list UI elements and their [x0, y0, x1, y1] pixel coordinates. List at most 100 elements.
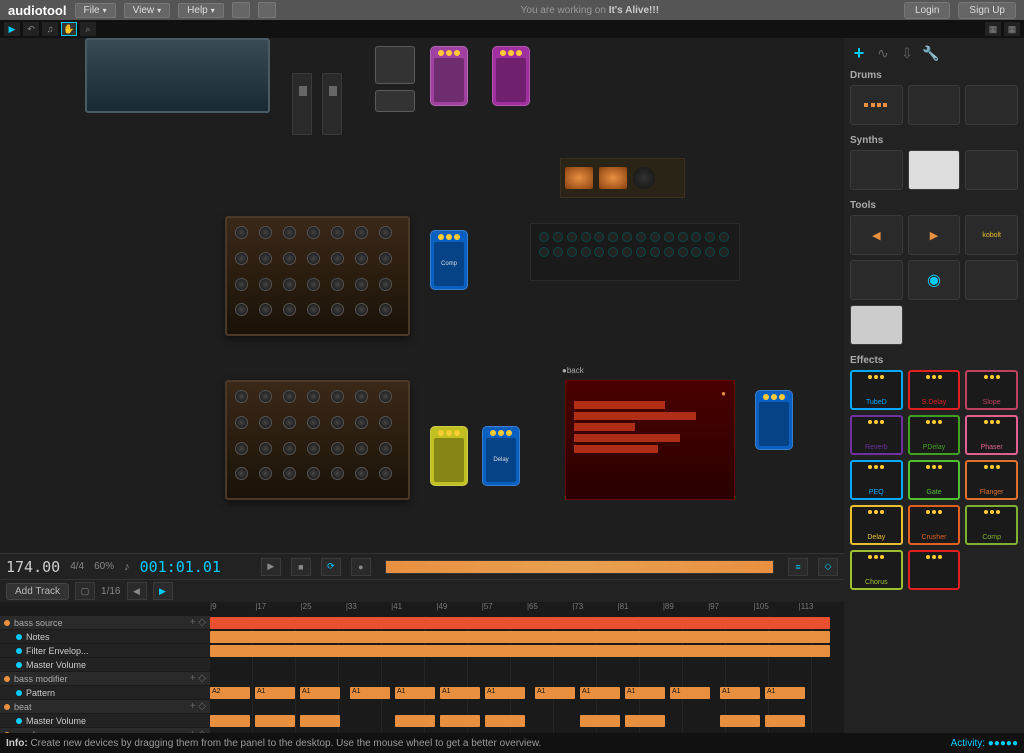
clip[interactable]: A1: [395, 687, 435, 699]
effect-tile[interactable]: Chorus: [850, 550, 903, 590]
device-small[interactable]: [375, 90, 415, 112]
clip[interactable]: [720, 715, 760, 727]
overview-waveform[interactable]: [385, 560, 774, 574]
tl-loop-icon[interactable]: ⟳: [321, 558, 341, 576]
clip[interactable]: [580, 715, 620, 727]
clip[interactable]: [395, 715, 435, 727]
track-row[interactable]: Filter Envelop...: [0, 644, 210, 658]
effect-tile[interactable]: PDelay: [908, 415, 961, 455]
drum-tile[interactable]: [850, 85, 903, 125]
effect-tile[interactable]: Crusher: [908, 505, 961, 545]
clip[interactable]: A1: [765, 687, 805, 699]
effect-tile[interactable]: Phaser: [965, 415, 1018, 455]
play-icon[interactable]: ▶: [4, 22, 20, 36]
clip[interactable]: [210, 631, 830, 643]
track-row[interactable]: bass modifier+ ◇: [0, 672, 210, 686]
tool-tile[interactable]: ◉: [908, 260, 961, 300]
device-small[interactable]: [375, 46, 415, 84]
grid-prev-icon[interactable]: ◀: [127, 582, 147, 600]
undo-icon[interactable]: [232, 2, 250, 18]
effect-tile[interactable]: Reverb: [850, 415, 903, 455]
search-icon[interactable]: ⌕: [80, 22, 96, 36]
effect-tile[interactable]: PEQ: [850, 460, 903, 500]
track-row[interactable]: Master Volume: [0, 714, 210, 728]
synth-tile[interactable]: [850, 150, 903, 190]
pedal-device[interactable]: [755, 390, 793, 450]
clip[interactable]: A1: [255, 687, 295, 699]
menu-help[interactable]: Help: [178, 3, 224, 18]
slider-device[interactable]: [322, 73, 342, 135]
undo-tool-icon[interactable]: ↶: [23, 22, 39, 36]
grid-value[interactable]: 1/16: [101, 586, 120, 597]
clip[interactable]: A1: [350, 687, 390, 699]
drum-tile[interactable]: [908, 85, 961, 125]
slider-device[interactable]: [292, 73, 312, 135]
grid-next-icon[interactable]: ▶: [153, 582, 173, 600]
clip[interactable]: A1: [440, 687, 480, 699]
track-row[interactable]: bass source+ ◇: [0, 616, 210, 630]
clip[interactable]: [210, 645, 830, 657]
track-row[interactable]: beat+ ◇: [0, 700, 210, 714]
clip[interactable]: [210, 715, 250, 727]
tool-tile[interactable]: [965, 260, 1018, 300]
clip[interactable]: A2: [210, 687, 250, 699]
clip[interactable]: [300, 715, 340, 727]
tool-tile-kobolt[interactable]: kobolt: [965, 215, 1018, 255]
clip[interactable]: [485, 715, 525, 727]
signup-button[interactable]: Sign Up: [958, 2, 1016, 19]
download-icon[interactable]: ⇩: [898, 44, 916, 62]
pedal-device[interactable]: Comp: [430, 230, 468, 290]
clip[interactable]: A1: [535, 687, 575, 699]
synth-device[interactable]: [225, 216, 410, 336]
tl-tool1-icon[interactable]: ≡: [788, 558, 808, 576]
clip[interactable]: [440, 715, 480, 727]
clip[interactable]: [255, 715, 295, 727]
bpm-display[interactable]: 174.00: [6, 558, 60, 576]
menu-view[interactable]: View: [124, 3, 171, 18]
effect-tile[interactable]: [908, 550, 961, 590]
clip[interactable]: A1: [485, 687, 525, 699]
clip[interactable]: [210, 617, 830, 629]
pedal-device[interactable]: [430, 46, 468, 106]
clip[interactable]: [625, 715, 665, 727]
effect-tile[interactable]: Slope: [965, 370, 1018, 410]
synth-device[interactable]: [225, 380, 410, 500]
wrench-icon[interactable]: 🔧: [922, 44, 940, 62]
timesig-display[interactable]: 4/4: [70, 561, 84, 572]
effect-tile[interactable]: S.Delay: [908, 370, 961, 410]
clip[interactable]: A1: [720, 687, 760, 699]
login-button[interactable]: Login: [904, 2, 950, 19]
pedal-device[interactable]: Delay: [482, 426, 520, 486]
tool-tile[interactable]: [850, 260, 903, 300]
effect-tile[interactable]: Delay: [850, 505, 903, 545]
tl-record-icon[interactable]: ●: [351, 558, 371, 576]
clip[interactable]: [765, 715, 805, 727]
menu-file[interactable]: File: [75, 3, 116, 18]
hand-tool-icon[interactable]: ✋: [61, 22, 77, 36]
clip[interactable]: A1: [625, 687, 665, 699]
desktop-canvas[interactable]: ● ●back CompDelay: [0, 38, 844, 553]
effect-tile[interactable]: TubeD: [850, 370, 903, 410]
track-row[interactable]: Pattern: [0, 686, 210, 700]
tl-folder-icon[interactable]: ◇: [818, 558, 838, 576]
track-row[interactable]: Master Volume: [0, 658, 210, 672]
tool-tile[interactable]: ◀: [850, 215, 903, 255]
effect-tile[interactable]: Comp: [965, 505, 1018, 545]
vu-meter-device[interactable]: [560, 158, 685, 198]
snap-icon[interactable]: ▢: [75, 582, 95, 600]
pedal-device[interactable]: [492, 46, 530, 106]
track-row[interactable]: Notes: [0, 630, 210, 644]
tl-play-icon[interactable]: ▶: [261, 558, 281, 576]
pedal-device[interactable]: [430, 426, 468, 486]
drum-tile[interactable]: [965, 85, 1018, 125]
mixer-device[interactable]: [85, 38, 270, 113]
redo-icon[interactable]: [258, 2, 276, 18]
grid1-icon[interactable]: ▦: [985, 22, 1001, 36]
tool-tile[interactable]: [850, 305, 903, 345]
time-ruler[interactable]: |9|17|25|33|41|49|57|65|73|81|89|97|105|…: [0, 602, 844, 616]
clip[interactable]: A1: [670, 687, 710, 699]
clip[interactable]: A1: [300, 687, 340, 699]
synth-tile[interactable]: [965, 150, 1018, 190]
swing-display[interactable]: 60%: [94, 561, 114, 572]
effect-tile[interactable]: Flanger: [965, 460, 1018, 500]
